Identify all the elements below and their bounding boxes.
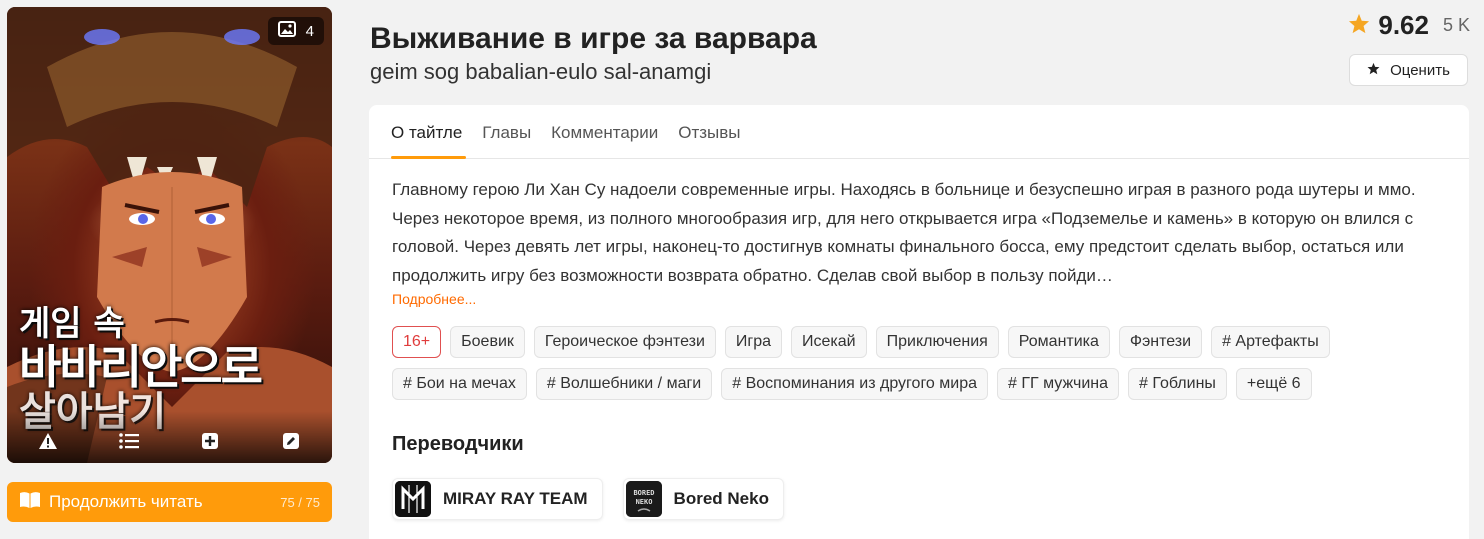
info-panel: О тайтле Главы Комментарии Отзывы Главно…	[369, 105, 1469, 539]
genre-tag[interactable]: Приключения	[875, 326, 999, 358]
age-rating-tag[interactable]: 16+	[392, 326, 442, 358]
continue-label: Продолжить читать	[49, 492, 203, 511]
genre-tag[interactable]: Боевик	[450, 326, 525, 358]
continue-reading-button[interactable]: Продолжить читать 75 / 75	[7, 482, 332, 522]
hashtag[interactable]: # Волшебники / маги	[535, 368, 713, 400]
report-icon[interactable]	[28, 425, 68, 457]
translator-card[interactable]: BORED NEKO Bored Neko	[622, 478, 784, 520]
hashtag[interactable]: # Воспоминания из другого мира	[721, 368, 988, 400]
star-icon	[1367, 62, 1380, 79]
star-icon	[1348, 13, 1370, 39]
gallery-icon	[277, 21, 296, 41]
translator-name: Bored Neko	[673, 489, 769, 508]
genre-tag[interactable]: Героическое фэнтези	[533, 326, 716, 358]
rating-votes: 5 K	[1442, 15, 1470, 35]
translator-list: MIRAY RAY TEAM BORED NEKO Bored Neko	[392, 478, 784, 520]
translator-avatar	[395, 481, 431, 517]
tag-list: 16+ Боевик Героическое фэнтези Игра Исек…	[392, 326, 1462, 400]
hashtag[interactable]: # Бои на мечах	[392, 368, 527, 400]
description: Главному герою Ли Хан Су надоели совреме…	[392, 180, 1416, 285]
svg-text:BORED: BORED	[633, 489, 654, 497]
list-icon[interactable]	[109, 425, 149, 457]
genre-tag[interactable]: Исекай	[791, 326, 867, 358]
tab-about[interactable]: О тайтле	[391, 105, 472, 159]
rating-score: 9.62	[1378, 10, 1429, 40]
book-icon	[19, 491, 41, 514]
tab-chapters[interactable]: Главы	[482, 105, 541, 158]
tab-reviews[interactable]: Отзывы	[678, 105, 750, 158]
tab-comments[interactable]: Комментарии	[551, 105, 668, 158]
tab-bar: О тайтле Главы Комментарии Отзывы	[369, 105, 1469, 159]
read-progress: 75 / 75	[280, 494, 320, 510]
translator-name: MIRAY RAY TEAM	[443, 489, 588, 508]
cover-toolbar	[7, 411, 332, 463]
hashtag[interactable]: # ГГ мужчина	[997, 368, 1120, 400]
title-page: 4 게임 속 바바리안으로 살아남기 Продолжить читать	[0, 0, 1484, 539]
page-title: Выживание в игре за варвара	[370, 22, 817, 55]
translators-heading: Переводчики	[392, 433, 524, 455]
cover-art	[7, 7, 332, 463]
rate-button[interactable]: Оценить	[1349, 54, 1468, 86]
image-count-badge[interactable]: 4	[267, 17, 324, 45]
edit-icon[interactable]	[271, 425, 311, 457]
image-count: 4	[305, 22, 314, 40]
show-more-tags-button[interactable]: +ещё 6	[1235, 368, 1312, 400]
translator-avatar: BORED NEKO	[625, 481, 662, 517]
add-icon[interactable]	[190, 425, 230, 457]
read-more-link[interactable]: Подробнее...	[392, 291, 476, 307]
translator-card[interactable]: MIRAY RAY TEAM	[392, 478, 603, 520]
rating: 9.62 5 K	[1348, 10, 1470, 41]
hashtag[interactable]: # Артефакты	[1211, 326, 1330, 358]
genre-tag[interactable]: Игра	[724, 326, 783, 358]
cover-image[interactable]: 4 게임 속 바바리안으로 살아남기	[7, 7, 332, 463]
genre-tag[interactable]: Фэнтези	[1118, 326, 1203, 358]
alt-title: geim sog babalian-eulo sal-anamgi	[370, 59, 712, 84]
hashtag[interactable]: # Гоблины	[1128, 368, 1227, 400]
svg-text:NEKO: NEKO	[635, 498, 652, 506]
genre-tag[interactable]: Романтика	[1007, 326, 1110, 358]
rate-label: Оценить	[1390, 61, 1450, 79]
